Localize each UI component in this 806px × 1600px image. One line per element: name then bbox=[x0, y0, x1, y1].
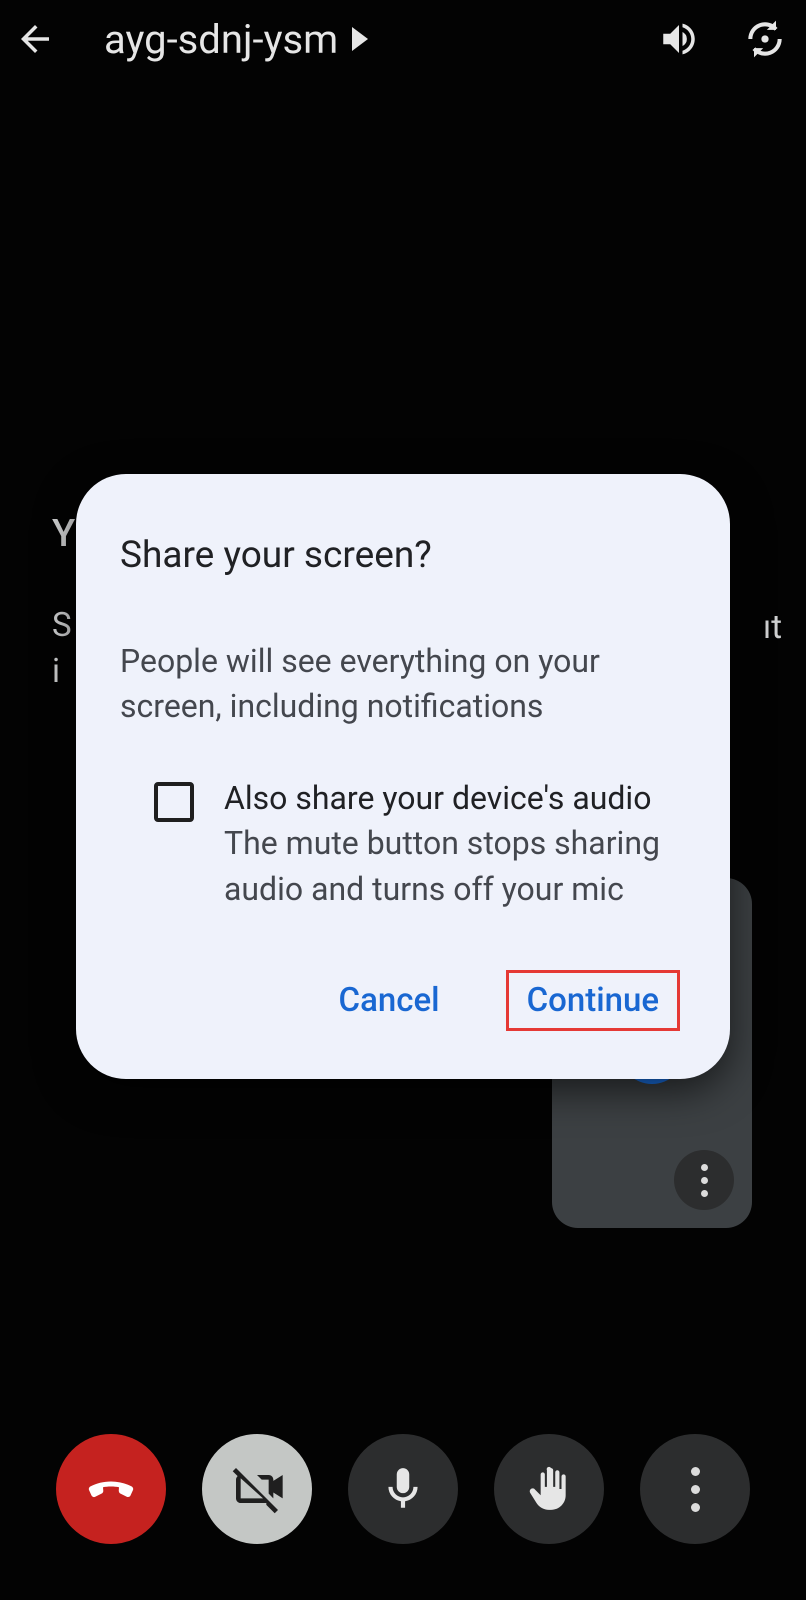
share-audio-text: Also share your device's audio The mute … bbox=[224, 776, 690, 912]
dot-icon bbox=[701, 1164, 708, 1171]
share-screen-dialog: Share your screen? People will see every… bbox=[76, 474, 730, 1079]
dialog-actions: Cancel Continue bbox=[120, 970, 690, 1031]
share-audio-checkbox[interactable] bbox=[154, 782, 194, 822]
chevron-right-icon bbox=[352, 27, 368, 51]
bg-heading-fragment: Y bbox=[52, 512, 75, 556]
hang-up-button[interactable] bbox=[56, 1434, 166, 1544]
cancel-button[interactable]: Cancel bbox=[327, 971, 452, 1030]
bg-right-fragment: ıt bbox=[763, 608, 782, 647]
dialog-title: Share your screen? bbox=[120, 534, 690, 577]
dot-icon bbox=[691, 1503, 700, 1512]
toggle-mic-button[interactable] bbox=[348, 1434, 458, 1544]
dot-icon bbox=[691, 1467, 700, 1476]
switch-camera-button[interactable] bbox=[742, 16, 788, 62]
meeting-id-label: ayg-sdnj-ysm bbox=[104, 16, 338, 63]
mic-icon bbox=[378, 1464, 428, 1514]
switch-camera-icon bbox=[743, 17, 787, 61]
share-audio-sublabel: The mute button stops sharing audio and … bbox=[224, 824, 660, 907]
hang-up-icon bbox=[81, 1459, 141, 1519]
continue-button[interactable]: Continue bbox=[506, 970, 680, 1031]
dialog-body: People will see everything on your scree… bbox=[120, 639, 690, 730]
back-button[interactable] bbox=[12, 16, 58, 62]
video-off-icon bbox=[229, 1461, 285, 1517]
share-audio-option[interactable]: Also share your device's audio The mute … bbox=[120, 776, 690, 912]
share-audio-label: Also share your device's audio bbox=[224, 779, 651, 817]
arrow-left-icon bbox=[14, 18, 56, 60]
dot-icon bbox=[701, 1190, 708, 1197]
hand-icon bbox=[524, 1464, 574, 1514]
meeting-id-button[interactable]: ayg-sdnj-ysm bbox=[104, 16, 368, 63]
raise-hand-button[interactable] bbox=[494, 1434, 604, 1544]
toggle-video-button[interactable] bbox=[202, 1434, 312, 1544]
more-options-button[interactable] bbox=[640, 1434, 750, 1544]
tile-more-button[interactable] bbox=[674, 1150, 734, 1210]
audio-output-button[interactable] bbox=[656, 16, 702, 62]
bg-sub-fragment: S i bbox=[52, 603, 72, 695]
call-topbar: ayg-sdnj-ysm bbox=[0, 0, 806, 78]
dot-icon bbox=[691, 1485, 700, 1494]
volume-icon bbox=[658, 18, 700, 60]
dot-icon bbox=[701, 1177, 708, 1184]
call-controls bbox=[0, 1434, 806, 1544]
